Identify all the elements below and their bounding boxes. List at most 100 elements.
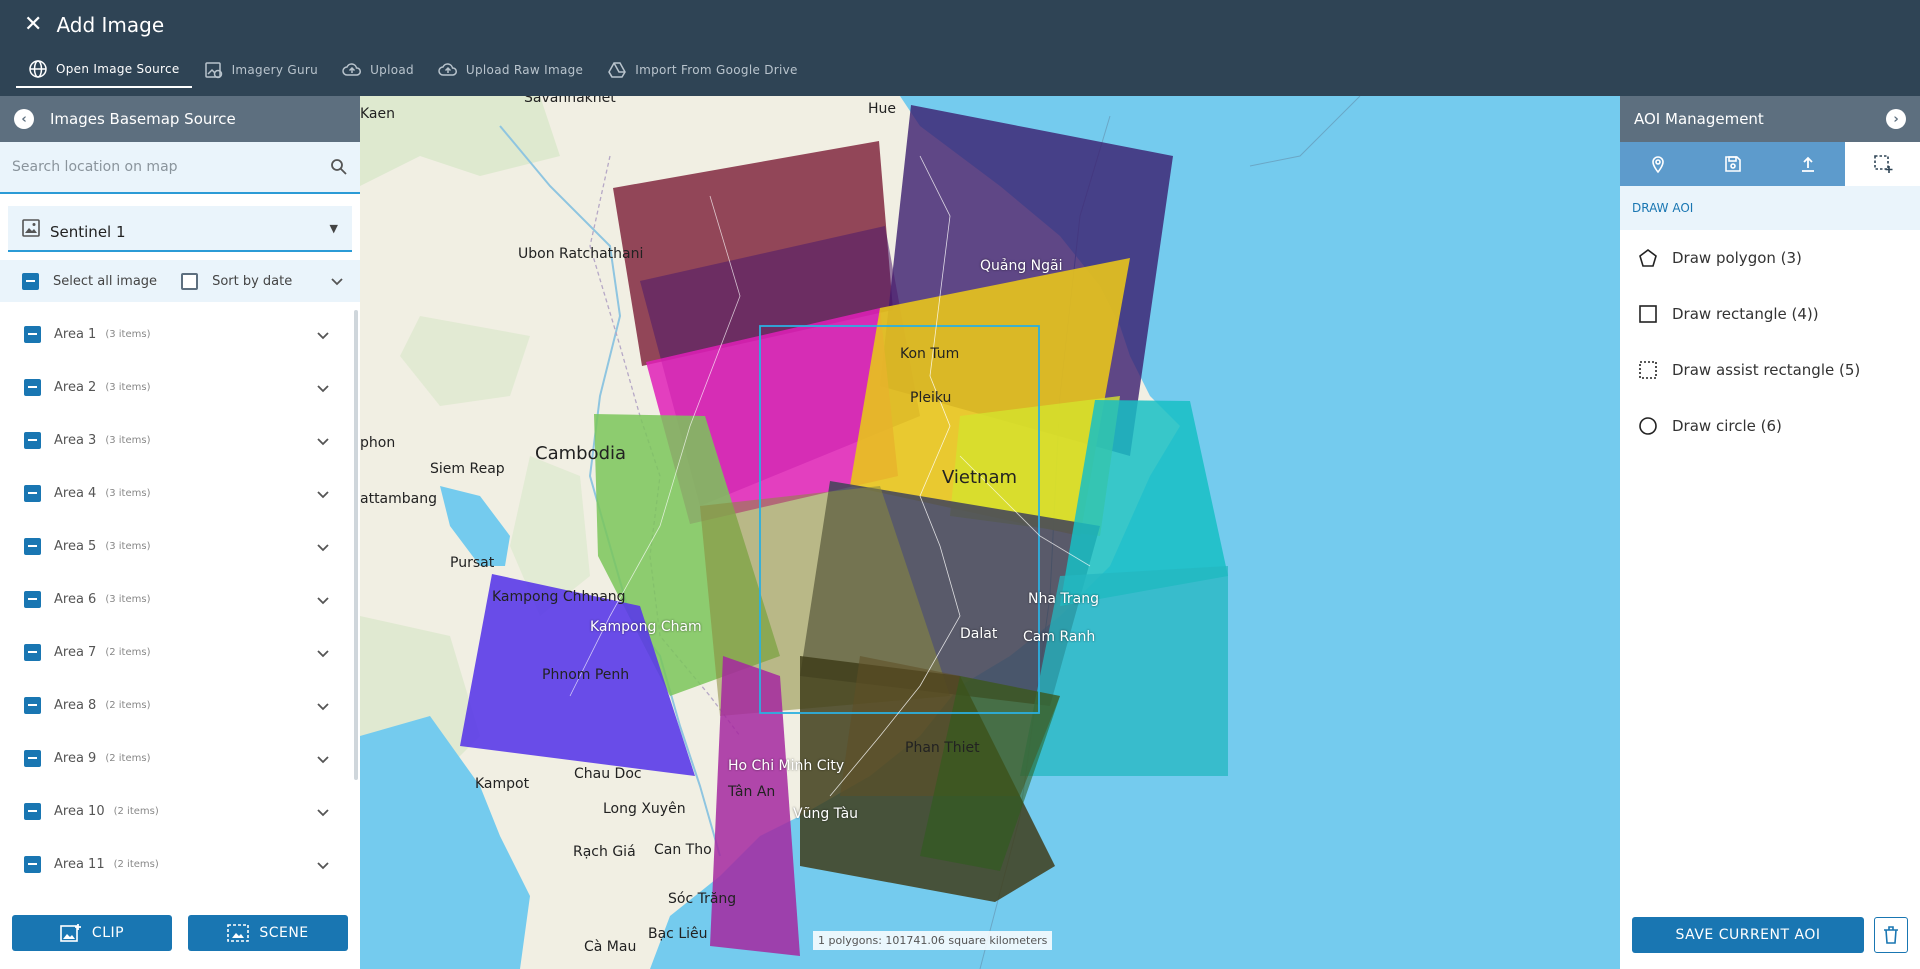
area-count: (3 items) bbox=[105, 435, 151, 446]
area-checkbox[interactable] bbox=[24, 485, 41, 502]
save-aoi-button[interactable]: SAVE CURRENT AOI bbox=[1632, 917, 1864, 953]
chevron-down-icon[interactable] bbox=[316, 487, 330, 501]
add-image-icon bbox=[60, 924, 81, 942]
list-item[interactable]: Area 3 (3 items) bbox=[0, 414, 352, 467]
map-label: Savannakhet bbox=[524, 96, 616, 106]
list-item[interactable]: Area 5 (3 items) bbox=[0, 520, 352, 573]
collapse-panel-button[interactable]: ‹ bbox=[14, 109, 34, 129]
dashed-rectangle-icon bbox=[1639, 361, 1657, 379]
source-tabs: Open Image Source Imagery Guru Upload Up… bbox=[16, 52, 810, 88]
basemap-canvas bbox=[360, 96, 1361, 969]
area-name: Area 4 bbox=[54, 486, 97, 501]
tab-draw-aoi[interactable] bbox=[1845, 142, 1920, 186]
map-view[interactable]: Savannakhet Hue Kaen Ubon Ratchathani Qu… bbox=[360, 96, 1620, 969]
aoi-tabs bbox=[1620, 142, 1920, 186]
location-search bbox=[0, 142, 360, 194]
map-label: Ho Chi Minh City bbox=[728, 758, 845, 774]
draw-assist-rectangle-tool[interactable]: Draw assist rectangle (5) bbox=[1620, 342, 1920, 398]
tab-open-image-source[interactable]: Open Image Source bbox=[16, 52, 192, 88]
area-checkbox[interactable] bbox=[24, 379, 41, 396]
list-item[interactable]: Area 11 (2 items) bbox=[0, 838, 352, 888]
tab-upload[interactable]: Upload bbox=[330, 52, 426, 88]
chevron-down-icon[interactable] bbox=[316, 805, 330, 819]
close-icon[interactable]: ✕ bbox=[24, 14, 42, 36]
list-scrollbar[interactable] bbox=[354, 310, 358, 780]
collapse-panel-button[interactable]: › bbox=[1886, 109, 1906, 129]
sort-by-date-checkbox[interactable] bbox=[181, 272, 199, 290]
map-pin-icon bbox=[1651, 156, 1664, 174]
area-count: (2 items) bbox=[113, 806, 159, 817]
area-name: Area 11 bbox=[54, 857, 105, 872]
tab-upload-raw-image[interactable]: Upload Raw Image bbox=[426, 52, 595, 88]
map-label: Phnom Penh bbox=[542, 667, 630, 683]
map-label: Chau Doc bbox=[574, 766, 642, 782]
area-count: (2 items) bbox=[105, 647, 151, 658]
area-checkbox[interactable] bbox=[24, 644, 41, 661]
chevron-down-icon[interactable] bbox=[330, 274, 344, 288]
source-select[interactable]: Sentinel 1 ▼ bbox=[8, 206, 352, 252]
panel-footer: CLIP SCENE bbox=[0, 903, 360, 969]
map-label: Can Tho bbox=[654, 842, 712, 858]
chevron-down-icon[interactable] bbox=[316, 699, 330, 713]
area-name: Area 6 bbox=[54, 592, 97, 607]
list-item[interactable]: Area 4 (3 items) bbox=[0, 467, 352, 520]
select-all-checkbox[interactable] bbox=[22, 272, 39, 290]
draw-circle-tool[interactable]: Draw circle (6) bbox=[1620, 398, 1920, 454]
area-name: Area 10 bbox=[54, 804, 105, 819]
chevron-down-icon[interactable] bbox=[316, 328, 330, 342]
map-label: Tân An bbox=[728, 784, 776, 800]
tab-save-aoi[interactable] bbox=[1695, 142, 1770, 186]
area-checkbox[interactable] bbox=[24, 803, 41, 820]
chevron-down-icon[interactable] bbox=[316, 381, 330, 395]
draw-polygon-tool[interactable]: Draw polygon (3) bbox=[1620, 230, 1920, 286]
tab-imagery-guru[interactable]: Imagery Guru bbox=[192, 52, 330, 88]
draw-aoi-icon bbox=[1873, 155, 1892, 173]
scene-icon bbox=[227, 924, 250, 942]
map-label: Sóc Trăng bbox=[668, 891, 737, 907]
area-name: Area 8 bbox=[54, 698, 97, 713]
scene-button[interactable]: SCENE bbox=[188, 915, 348, 951]
area-checkbox[interactable] bbox=[24, 591, 41, 608]
chevron-down-icon[interactable] bbox=[316, 434, 330, 448]
chevron-down-icon[interactable] bbox=[316, 752, 330, 766]
chevron-down-icon[interactable] bbox=[316, 858, 330, 872]
list-item[interactable]: Area 7 (2 items) bbox=[0, 626, 352, 679]
delete-aoi-button[interactable] bbox=[1874, 917, 1908, 953]
area-count: (2 items) bbox=[105, 700, 151, 711]
chevron-down-icon[interactable] bbox=[316, 593, 330, 607]
area-checkbox[interactable] bbox=[24, 856, 41, 873]
chevron-down-icon[interactable] bbox=[316, 540, 330, 554]
selection-bar: Select all image Sort by date bbox=[0, 260, 360, 302]
area-checkbox[interactable] bbox=[24, 326, 41, 343]
dialog-title-bar: ✕ Add Image bbox=[24, 10, 164, 40]
panel-header: ‹ Images Basemap Source bbox=[0, 96, 360, 142]
tab-upload-aoi[interactable] bbox=[1770, 142, 1845, 186]
search-input[interactable] bbox=[12, 159, 330, 175]
search-icon[interactable] bbox=[330, 158, 348, 176]
caret-down-icon: ▼ bbox=[329, 221, 338, 235]
list-item[interactable]: Area 6 (3 items) bbox=[0, 573, 352, 626]
list-item[interactable]: Area 9 (2 items) bbox=[0, 732, 352, 785]
clip-button[interactable]: CLIP bbox=[12, 915, 172, 951]
map-label: Siem Reap bbox=[430, 461, 505, 477]
list-item[interactable]: Area 8 (2 items) bbox=[0, 679, 352, 732]
draw-rectangle-tool[interactable]: Draw rectangle (4)) bbox=[1620, 286, 1920, 342]
list-item[interactable]: Area 2 (3 items) bbox=[0, 361, 352, 414]
list-item[interactable]: Area 1 (3 items) bbox=[0, 308, 352, 361]
trash-icon bbox=[1884, 926, 1898, 944]
upload-icon bbox=[1801, 156, 1814, 172]
area-name: Area 9 bbox=[54, 751, 97, 766]
tab-pin-location[interactable] bbox=[1620, 142, 1695, 186]
area-checkbox[interactable] bbox=[24, 750, 41, 767]
tab-import-google-drive[interactable]: Import From Google Drive bbox=[595, 52, 810, 88]
area-checkbox[interactable] bbox=[24, 432, 41, 449]
area-checkbox[interactable] bbox=[24, 697, 41, 714]
map-label: Long Xuyên bbox=[603, 801, 686, 817]
chevron-down-icon[interactable] bbox=[316, 646, 330, 660]
area-count: (3 items) bbox=[105, 329, 151, 340]
list-item[interactable]: Area 10 (2 items) bbox=[0, 785, 352, 838]
globe-icon bbox=[29, 60, 47, 78]
area-checkbox[interactable] bbox=[24, 538, 41, 555]
sort-by-date-label: Sort by date bbox=[212, 273, 293, 289]
map-label: Nha Trang bbox=[1028, 591, 1099, 607]
